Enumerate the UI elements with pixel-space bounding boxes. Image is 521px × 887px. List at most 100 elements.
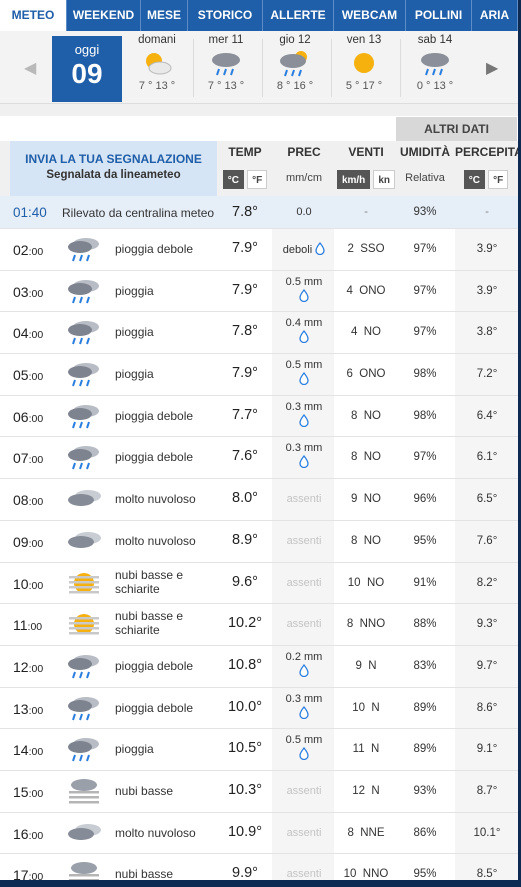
row-prec: assenti	[286, 576, 322, 589]
day-item[interactable]: domani 7 ° 13 °	[124, 34, 190, 92]
prev-arrow-icon[interactable]: ◀	[24, 58, 36, 78]
row-perceived: 7.6°	[476, 534, 498, 547]
row-desc: molto nuvoloso	[115, 492, 196, 507]
row-time: 16:00	[13, 825, 44, 842]
row-humidity: 97%	[413, 326, 437, 339]
row-wind: 8 NNE	[347, 826, 385, 839]
table-row: 08:00 molto nuvoloso 8.0° assenti 9 NO 9…	[0, 479, 518, 521]
row-perceived: 3.9°	[476, 284, 498, 297]
rain-icon	[64, 443, 104, 473]
row-desc: pioggia debole	[115, 450, 194, 465]
row-humidity: 97%	[413, 451, 437, 464]
today-box[interactable]: oggi 09	[52, 36, 122, 102]
row-perceived: 7.2°	[476, 368, 498, 381]
table-row: 05:00 pioggia 7.9° 0.5 mm 6 ONO 98% 7.2°	[0, 354, 518, 396]
table-row: 11:00 nubi basse e schiarite 10.2° assen…	[0, 604, 518, 646]
altri-dati-header: ALTRI DATI	[396, 117, 517, 141]
tab-pollini[interactable]: POLLINI	[406, 0, 472, 31]
drop-icon	[276, 455, 332, 471]
tab-mese[interactable]: MESE	[141, 0, 188, 31]
row-humidity: 89%	[413, 701, 437, 714]
temp-units: °C °F	[219, 170, 271, 189]
unit-celsius-toggle[interactable]: °C	[463, 170, 486, 189]
rain-icon	[64, 360, 104, 390]
row-desc: molto nuvoloso	[115, 825, 196, 840]
row-wind: 4 ONO	[346, 284, 386, 297]
drop-icon	[276, 288, 332, 305]
rain-sun-icon	[262, 46, 328, 80]
drop-icon	[276, 747, 332, 763]
row-wind: 8 NO	[350, 534, 382, 547]
row-desc: pioggia	[115, 367, 154, 382]
unit-fahrenheit-toggle[interactable]: °F	[488, 170, 509, 189]
row-prec: assenti	[286, 534, 322, 547]
tab-weekend[interactable]: WEEKEND	[67, 0, 141, 31]
unit-kmh-toggle[interactable]: km/h	[336, 170, 371, 189]
unit-kn-toggle[interactable]: kn	[373, 170, 396, 189]
drop-icon	[276, 330, 332, 346]
day-name: ven 13	[346, 34, 382, 46]
row-prec: 0.4 mm	[276, 317, 332, 346]
row-temp: 10.3°	[227, 781, 263, 798]
table-row: 06:00 pioggia debole 7.7° 0.3 mm 8 NO 98…	[0, 395, 518, 438]
row-perceived: 9.1°	[476, 743, 498, 756]
row-desc: nubi basse e schiarite	[115, 609, 184, 638]
row-temp: 7.8°	[232, 204, 258, 220]
prec-header: PREC	[287, 145, 321, 159]
row-temp: 9.9°	[232, 865, 258, 882]
row-prec: 0.3 mm	[276, 442, 332, 471]
row-perceived: 8.5°	[476, 868, 498, 881]
fog-sun-icon	[64, 610, 104, 640]
table-header: INVIA LA TUA SEGNALAZIONE Segnalata da l…	[0, 141, 518, 196]
row-wind: 4 NO	[350, 326, 382, 339]
temp-header: TEMP	[228, 145, 262, 159]
tab-storico[interactable]: STORICO	[188, 0, 263, 31]
unit-fahrenheit-toggle[interactable]: °F	[247, 170, 268, 189]
row-desc: pioggia debole	[115, 242, 194, 256]
day-temps: 7 ° 13 °	[138, 80, 176, 92]
tab-webcam[interactable]: WEBCAM	[334, 0, 406, 31]
row-wind: 9 NO	[350, 493, 382, 506]
row-temp: 8.9°	[232, 531, 258, 548]
tab-aria[interactable]: ARIA	[472, 0, 518, 31]
row-perceived: 10.1°	[473, 826, 501, 839]
row-time: 03:00	[13, 283, 44, 300]
perc-units: °C °F	[455, 170, 517, 189]
row-temp: 10.9°	[227, 823, 263, 840]
table-row: 14:00 pioggia 10.5° 0.5 mm 11 N 89% 9.1°	[0, 729, 518, 771]
row-perceived: 9.7°	[476, 659, 498, 672]
row-prec: assenti	[286, 868, 322, 881]
unit-celsius-toggle[interactable]: °C	[222, 170, 245, 189]
row-humidity: 98%	[413, 409, 437, 422]
row-wind: 8 NO	[350, 409, 382, 422]
row-time: 09:00	[13, 533, 44, 550]
day-name: domani	[138, 34, 176, 46]
wind-units: km/h kn	[336, 170, 396, 189]
day-item[interactable]: sab 14 0 ° 13 °	[402, 34, 468, 92]
row-desc: pioggia debole	[115, 408, 194, 423]
rain-icon	[64, 694, 104, 724]
day-item[interactable]: mer 11 7 ° 13 °	[193, 34, 259, 92]
row-humidity: 97%	[413, 243, 437, 255]
meteo-widget: METEO WEEKEND MESE STORICO ALLERTE WEBCA…	[0, 0, 521, 887]
day-item[interactable]: ven 13 5 ° 17 °	[331, 34, 397, 92]
row-temp: 7.9°	[232, 240, 258, 256]
row-temp: 7.6°	[232, 448, 258, 465]
next-arrow-icon[interactable]: ▶	[486, 58, 498, 78]
invia-segnalazione[interactable]: INVIA LA TUA SEGNALAZIONE Segnalata da l…	[10, 141, 217, 196]
row-wind: 10 NNO	[343, 868, 389, 881]
row-perceived: 8.2°	[476, 576, 498, 589]
row-temp: 10.8°	[227, 656, 263, 673]
day-item[interactable]: gio 12 8 ° 16 °	[262, 34, 328, 92]
row-wind: 2 SSO	[347, 243, 385, 255]
tab-allerte[interactable]: ALLERTE	[263, 0, 334, 31]
day-temps: 0 ° 13 °	[416, 80, 454, 92]
tab-meteo[interactable]: METEO	[0, 0, 67, 31]
segnalata-label: Segnalata da lineameteo	[46, 169, 181, 181]
drop-icon	[276, 372, 332, 388]
rain-icon	[402, 46, 468, 80]
row-prec: 0.5 mm	[276, 359, 332, 388]
row-humidity: 95%	[413, 534, 437, 547]
invia-link[interactable]: INVIA LA TUA SEGNALAZIONE	[10, 152, 217, 166]
observed-row: 01:40 Rilevato da centralina meteo 7.8° …	[0, 196, 518, 229]
